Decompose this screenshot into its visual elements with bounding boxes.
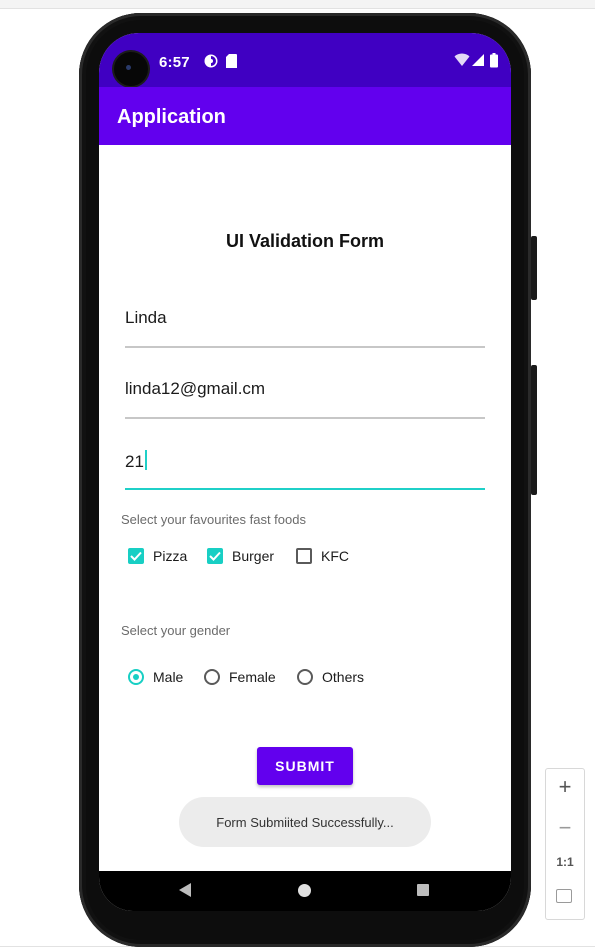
wifi-icon xyxy=(454,53,470,72)
status-time: 6:57 xyxy=(159,54,190,71)
phone-volume-button[interactable] xyxy=(531,365,537,495)
radio-others[interactable]: Others xyxy=(297,665,364,689)
email-field-underline xyxy=(125,417,485,419)
radio-label: Male xyxy=(153,669,184,685)
zoom-in-button[interactable]: + xyxy=(546,774,584,800)
radio-unselected-icon xyxy=(297,669,313,685)
age-field[interactable]: 21 xyxy=(125,450,485,490)
data-saver-icon xyxy=(203,53,219,74)
checkbox-label: Pizza xyxy=(153,548,188,564)
cellular-signal-icon xyxy=(472,53,485,72)
radio-unselected-icon xyxy=(204,669,220,685)
gender-section-label: Select your gender xyxy=(121,623,231,638)
age-field-underline xyxy=(125,488,485,490)
home-icon[interactable] xyxy=(298,884,311,897)
email-field-value: linda12@gmail.cm xyxy=(125,379,266,398)
form-title: UI Validation Form xyxy=(225,231,385,251)
device-screen: 6:57 Application UI Validation Form Lind… xyxy=(99,33,511,911)
age-field-value: 21 xyxy=(125,452,144,471)
name-field[interactable]: Linda xyxy=(125,308,485,348)
checkbox-burger[interactable]: Burger xyxy=(207,545,274,567)
radio-label: Others xyxy=(322,669,365,685)
name-field-value: Linda xyxy=(125,308,167,327)
checkbox-label: KFC xyxy=(321,548,349,564)
radio-selected-icon xyxy=(128,669,144,685)
text-cursor xyxy=(144,450,147,470)
checkbox-unchecked-icon xyxy=(296,548,312,564)
sd-card-icon xyxy=(225,53,238,74)
radio-female[interactable]: Female xyxy=(204,665,276,689)
checkbox-kfc[interactable]: KFC xyxy=(296,545,349,567)
emulator-zoom-toolbar: + − 1:1 xyxy=(545,768,585,920)
window-top-edge xyxy=(0,0,595,9)
recent-apps-icon[interactable] xyxy=(417,884,429,896)
front-camera xyxy=(114,52,148,86)
foods-section-label: Select your favourites fast foods xyxy=(121,512,306,527)
status-bar: 6:57 xyxy=(99,33,511,87)
radio-label: Female xyxy=(229,669,276,685)
navigation-bar xyxy=(99,871,511,911)
checkbox-pizza[interactable]: Pizza xyxy=(128,545,187,567)
radio-male[interactable]: Male xyxy=(128,665,183,689)
name-field-underline xyxy=(125,346,485,348)
checkbox-checked-icon xyxy=(128,548,144,564)
zoom-out-button[interactable]: − xyxy=(546,815,584,841)
app-title: Application xyxy=(117,106,226,128)
app-bar: Application xyxy=(99,87,511,145)
battery-icon xyxy=(490,53,498,73)
actual-size-button[interactable]: 1:1 xyxy=(546,855,584,869)
fit-screen-icon[interactable] xyxy=(556,889,572,903)
submit-button[interactable]: SUBMIT xyxy=(257,747,353,785)
checkbox-checked-icon xyxy=(207,548,223,564)
back-icon[interactable] xyxy=(179,883,191,897)
toast-message: Form Submiited Successfully... xyxy=(179,797,431,847)
checkbox-label: Burger xyxy=(232,548,275,564)
phone-power-button[interactable] xyxy=(531,236,537,300)
email-field[interactable]: linda12@gmail.cm xyxy=(125,379,485,419)
